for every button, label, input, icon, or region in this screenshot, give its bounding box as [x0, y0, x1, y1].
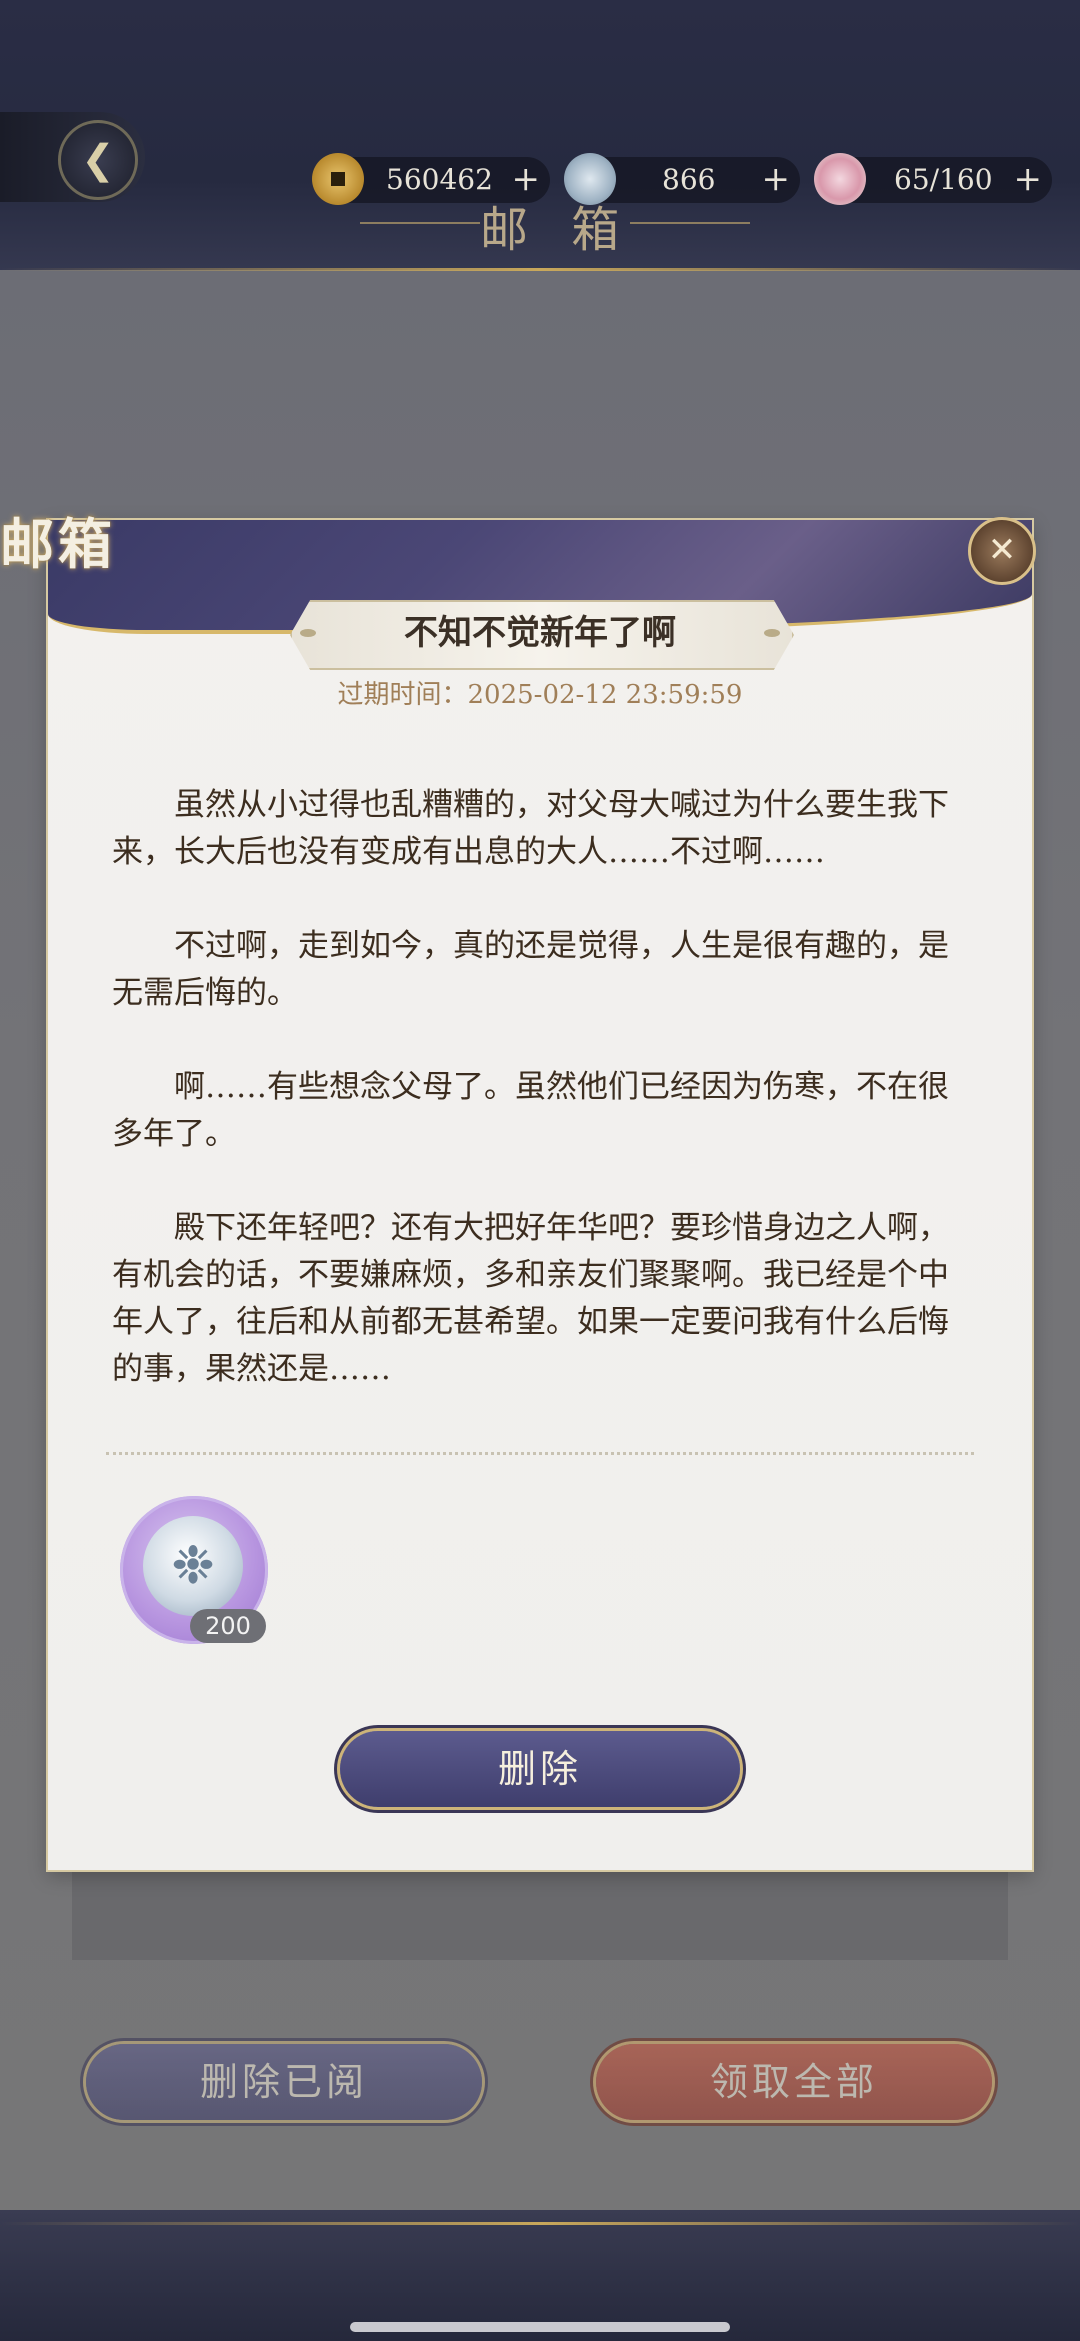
page-title: 邮 箱 [480, 202, 634, 258]
add-food-button[interactable]: + [1014, 157, 1043, 203]
mail-body: 虽然从小过得也乱糟糟的，对父母大喊过为什么要生我下来，长大后也没有变成有出息的大… [112, 782, 952, 1440]
gold-divider [0, 268, 1080, 271]
food-bowl-icon [814, 153, 866, 205]
mail-title: 不知不觉新年了啊 [404, 613, 676, 653]
jade-icon: ❉ [143, 1516, 243, 1616]
copper-coin-icon [312, 153, 364, 205]
heading-ornament [360, 222, 480, 224]
back-arrow-icon: ❮ [58, 120, 138, 200]
resource-food: 65/160 + [814, 153, 1052, 205]
claim-all-button[interactable]: 领取全部 [596, 2044, 992, 2120]
mail-paragraph: 虽然从小过得也乱糟糟的，对父母大喊过为什么要生我下来，长大后也没有变成有出息的大… [112, 787, 949, 870]
expiry-time: 过期时间：2025-02-12 23:59:59 [337, 680, 743, 710]
mail-paragraph: 殿下还年轻吧？还有大把好年华吧？要珍惜身边之人啊，有机会的话，不要嫌麻烦，多和亲… [112, 1210, 949, 1387]
mail-paragraph: 不过啊，走到如今，真的还是觉得，人生是很有趣的，是无需后悔的。 [112, 928, 949, 1011]
resource-value: 560462 [386, 163, 493, 196]
mail-list-item [72, 1870, 1008, 1960]
dotted-divider [106, 1452, 974, 1455]
delete-read-button[interactable]: 删除已阅 [86, 2044, 482, 2120]
close-icon: ✕ [987, 530, 1017, 570]
reward-count: 200 [190, 1609, 266, 1643]
add-jade-button[interactable]: + [762, 157, 791, 203]
dialog-tag: 邮箱 [0, 512, 116, 576]
resource-value: 65/160 [894, 163, 993, 196]
delete-button[interactable]: 删除 [340, 1731, 740, 1807]
resource-value: 866 [662, 163, 716, 196]
close-button[interactable]: ✕ [968, 517, 1036, 585]
gold-divider [0, 2222, 1080, 2225]
mail-paragraph: 啊……有些想念父母了。虽然他们已经因为伤寒，不在很多年了。 [112, 1069, 949, 1152]
heading-ornament [630, 222, 750, 224]
home-indicator[interactable] [350, 2322, 730, 2332]
back-button[interactable]: ❮ [0, 112, 145, 202]
